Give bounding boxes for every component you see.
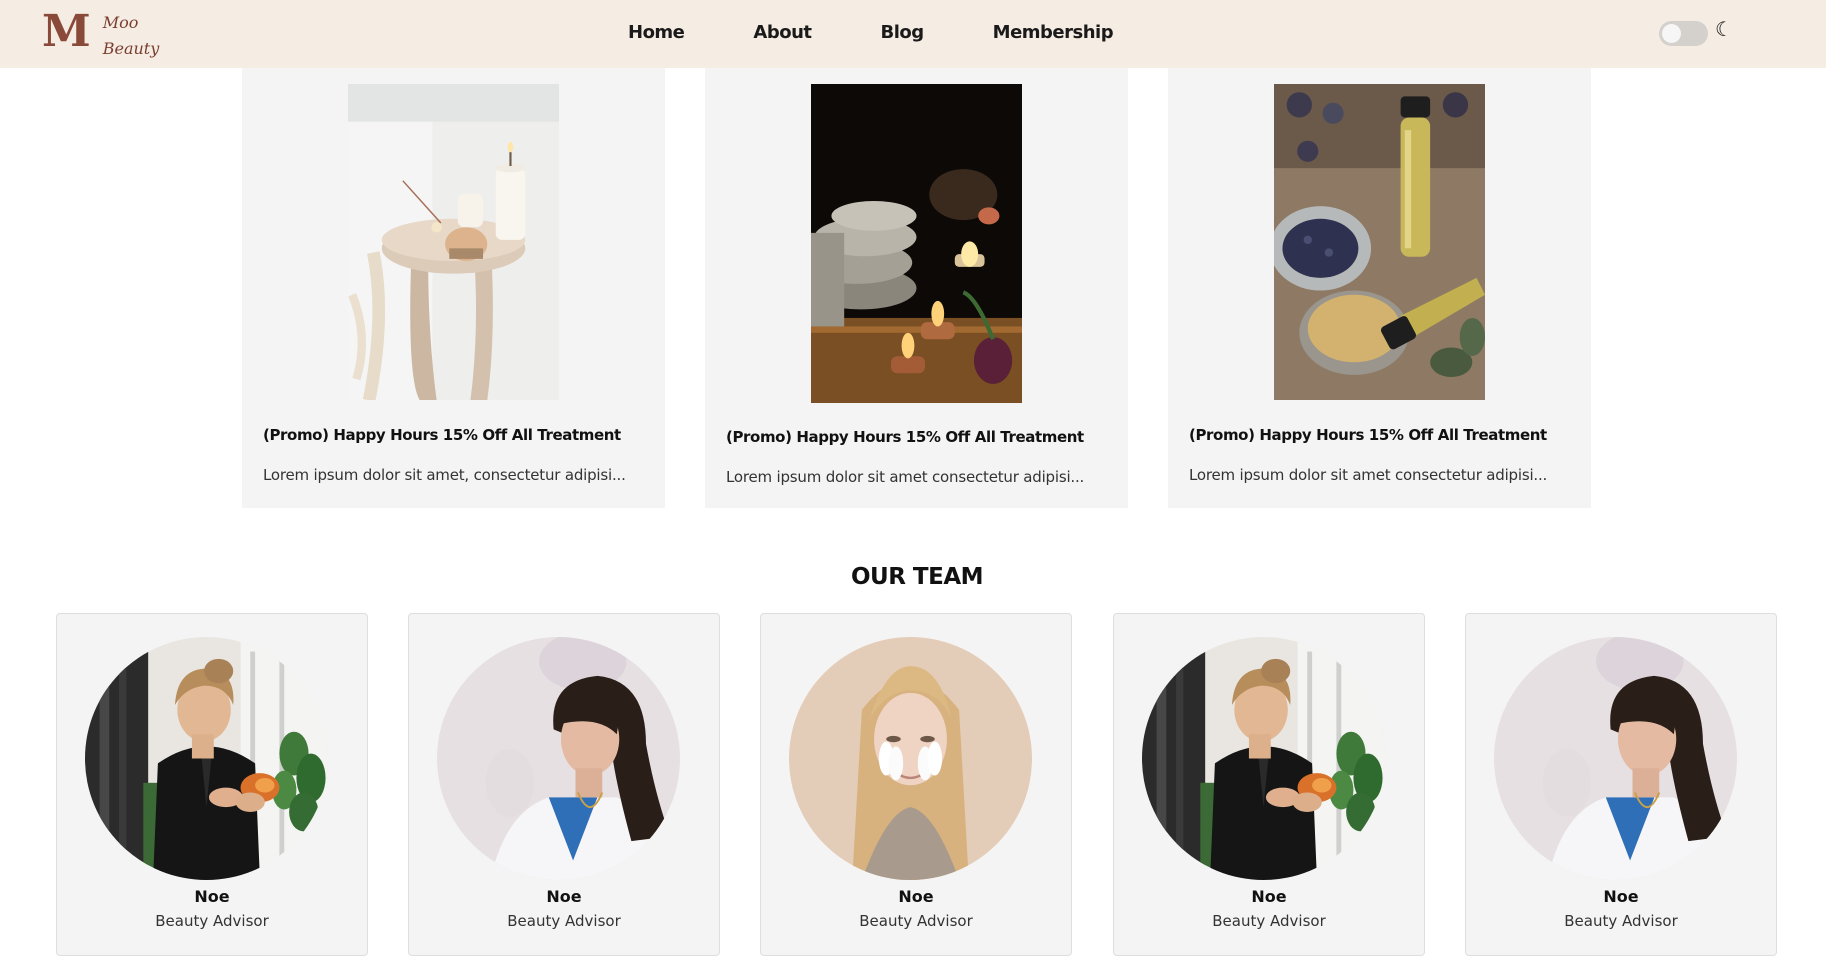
team-member-card[interactable]: Noe Beauty Advisor: [760, 613, 1072, 956]
avatar: [1142, 637, 1385, 880]
avatar: [1494, 637, 1737, 880]
nav-home[interactable]: Home: [628, 20, 685, 46]
promo-description: Lorem ipsum dolor sit amet, consectetur …: [263, 466, 626, 484]
member-role: Beauty Advisor: [859, 912, 973, 930]
toggle-knob: [1662, 24, 1681, 43]
promo-title: (Promo) Happy Hours 15% Off All Treatmen…: [1189, 426, 1547, 444]
promo-card[interactable]: (Promo) Happy Hours 15% Off All Treatmen…: [242, 68, 665, 508]
avatar: [437, 637, 680, 880]
member-name: Noe: [194, 887, 230, 906]
member-role: Beauty Advisor: [1212, 912, 1326, 930]
member-name: Noe: [546, 887, 582, 906]
team-member-card[interactable]: Noe Beauty Advisor: [408, 613, 720, 956]
promo-image-towels-candles: [811, 84, 1022, 403]
team-heading: OUR TEAM: [850, 564, 984, 590]
logo-mark: M: [42, 6, 91, 57]
nav-membership[interactable]: Membership: [993, 20, 1114, 46]
promo-image-oils-lavender: [1274, 84, 1485, 400]
brand-logo[interactable]: M Moo Beauty: [42, 8, 159, 62]
promo-image-candle-stool: [348, 84, 559, 400]
promo-title: (Promo) Happy Hours 15% Off All Treatmen…: [726, 428, 1084, 446]
logo-line-2: Beauty: [102, 39, 160, 58]
promo-title: (Promo) Happy Hours 15% Off All Treatmen…: [263, 426, 621, 444]
promo-card[interactable]: (Promo) Happy Hours 15% Off All Treatmen…: [705, 68, 1128, 508]
team-member-card[interactable]: Noe Beauty Advisor: [1465, 613, 1777, 956]
moon-icon: ☾: [1715, 17, 1733, 41]
team-member-card[interactable]: Noe Beauty Advisor: [56, 613, 368, 956]
team-member-card[interactable]: Noe Beauty Advisor: [1113, 613, 1425, 956]
promo-description: Lorem ipsum dolor sit amet consectetur a…: [1189, 466, 1548, 484]
member-role: Beauty Advisor: [1564, 912, 1678, 930]
member-role: Beauty Advisor: [507, 912, 621, 930]
logo-text: Moo Beauty: [103, 10, 160, 62]
logo-line-1: Moo: [102, 13, 139, 32]
avatar: [789, 637, 1032, 880]
top-navbar: M Moo Beauty Home About Blog Membership …: [0, 0, 1826, 68]
main-nav: Home About Blog Membership: [600, 20, 1114, 46]
promo-card[interactable]: (Promo) Happy Hours 15% Off All Treatmen…: [1168, 68, 1591, 508]
member-role: Beauty Advisor: [155, 912, 269, 930]
avatar: [85, 637, 328, 880]
member-name: Noe: [898, 887, 934, 906]
promo-description: Lorem ipsum dolor sit amet consectetur a…: [726, 468, 1085, 486]
nav-about[interactable]: About: [753, 20, 812, 46]
dark-mode-toggle[interactable]: [1659, 21, 1708, 46]
nav-blog[interactable]: Blog: [881, 20, 925, 46]
member-name: Noe: [1251, 887, 1287, 906]
member-name: Noe: [1603, 887, 1639, 906]
